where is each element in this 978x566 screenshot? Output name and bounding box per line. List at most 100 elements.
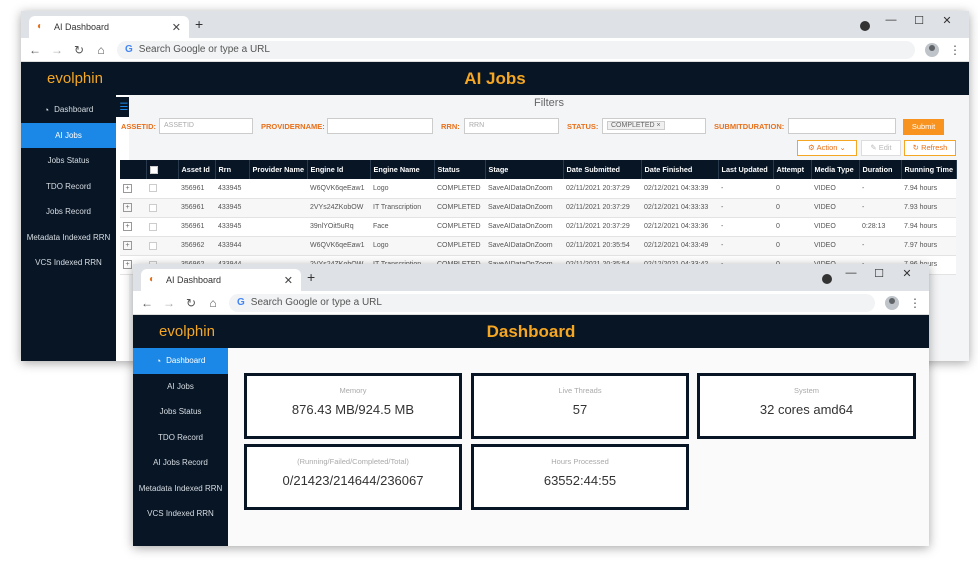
table-cell: COMPLETED bbox=[434, 179, 485, 199]
sidebar-item-tdo-record[interactable]: TDO Record bbox=[21, 174, 116, 200]
browser-menu-icon[interactable]: ⋮ bbox=[909, 296, 921, 310]
column-header[interactable]: Engine Id bbox=[307, 160, 371, 179]
back-arrow-icon[interactable]: ← bbox=[29, 43, 41, 57]
table-cell: Logo bbox=[370, 179, 434, 199]
sidebar-item-jobs-status[interactable]: Jobs Status bbox=[133, 399, 228, 425]
omnibox[interactable]: G Search Google or type a URL bbox=[117, 40, 915, 59]
status-select[interactable]: COMPLETED × bbox=[602, 118, 706, 134]
table-cell: - bbox=[718, 236, 773, 256]
table-cell: VIDEO bbox=[811, 198, 859, 218]
expand-row-icon[interactable]: + bbox=[123, 222, 132, 231]
evolphin-logo[interactable]: evolphin bbox=[21, 70, 129, 87]
sidebar-item-vcs-indexed-rrn[interactable]: VCS Indexed RRN bbox=[21, 250, 116, 276]
expand-row-icon[interactable]: + bbox=[123, 183, 132, 193]
browser-tab[interactable]: ◐ AI Dashboard ✕ bbox=[141, 269, 301, 291]
column-header[interactable]: Date Submitted bbox=[563, 160, 642, 179]
tab-close-icon[interactable]: ✕ bbox=[284, 274, 293, 287]
new-tab-button[interactable]: + bbox=[307, 269, 315, 285]
home-icon[interactable]: ⌂ bbox=[207, 296, 219, 310]
column-header[interactable]: Stage bbox=[485, 160, 564, 179]
forward-arrow-icon[interactable]: → bbox=[163, 296, 175, 310]
omnibox[interactable]: G Search Google or type a URL bbox=[229, 293, 875, 312]
refresh-button[interactable]: ↻ Refresh bbox=[904, 140, 956, 156]
column-header[interactable]: Engine Name bbox=[370, 160, 435, 179]
card-value: 63552:44:55 bbox=[543, 473, 617, 488]
submitduration-input[interactable] bbox=[788, 118, 896, 134]
column-header[interactable]: Status bbox=[434, 160, 486, 179]
row-checkbox[interactable] bbox=[149, 222, 157, 231]
column-header[interactable]: Attempt bbox=[773, 160, 812, 179]
table-cell: SaveAIDataOnZoom bbox=[485, 217, 563, 237]
chip-remove-icon[interactable]: × bbox=[657, 122, 661, 129]
action-button[interactable]: ⚙ Action ⌄ bbox=[797, 140, 857, 156]
table-row[interactable]: +356962 433944 W6QVK6qeEaw1 Logo COMPLETED Sa… bbox=[120, 236, 956, 256]
column-header[interactable]: Last Updated bbox=[718, 160, 774, 179]
minimize-icon[interactable]: — bbox=[877, 14, 905, 27]
table-cell: - bbox=[859, 179, 901, 199]
sidebar-item-tdo-record[interactable]: TDO Record bbox=[133, 425, 228, 451]
sidebar-item-ai-jobs[interactable]: AI Jobs bbox=[21, 122, 116, 148]
card-value: 876.43 MB/924.5 MB bbox=[291, 402, 415, 417]
tab-close-icon[interactable]: ✕ bbox=[172, 21, 181, 34]
table-cell: 02/11/2021 20:37:29 bbox=[563, 198, 641, 218]
column-header[interactable]: Date Finished bbox=[641, 160, 719, 179]
rrn-input[interactable]: RRN bbox=[464, 118, 559, 134]
column-header[interactable]: Provider Name bbox=[249, 160, 308, 179]
app-header: evolphin AI Jobs bbox=[21, 62, 969, 95]
sidebar-item-dashboard[interactable]: ◔ Dashboard bbox=[133, 348, 228, 374]
profile-menu-icon[interactable] bbox=[822, 274, 832, 284]
column-header[interactable]: Duration bbox=[859, 160, 902, 179]
sidebar-item-metadata-indexed-rrn[interactable]: Metadata Indexed RRN bbox=[133, 476, 228, 502]
table-cell: 356961 bbox=[178, 217, 215, 237]
expand-row-icon[interactable]: + bbox=[123, 203, 132, 212]
sidebar-item-jobs-status[interactable]: Jobs Status bbox=[21, 148, 116, 174]
row-checkbox[interactable] bbox=[149, 203, 157, 212]
row-checkbox[interactable] bbox=[149, 241, 157, 250]
filter-row: ASSETID: ASSETID PROVIDERNAME: RRN: RRN … bbox=[121, 118, 969, 134]
new-tab-button[interactable]: + bbox=[195, 16, 203, 32]
expand-row-icon[interactable]: + bbox=[123, 241, 132, 250]
tab-strip: ◐ AI Dashboard ✕ + — ☐ ✕ bbox=[133, 264, 929, 291]
account-avatar-icon[interactable] bbox=[885, 295, 899, 310]
submit-button[interactable]: Submit bbox=[903, 119, 944, 135]
live-threads-card: Live Threads 57 bbox=[471, 373, 689, 439]
assetid-input[interactable]: ASSETID bbox=[159, 118, 253, 134]
column-header[interactable]: Media Type bbox=[811, 160, 860, 179]
sidebar-item-ai-jobs-record[interactable]: AI Jobs Record bbox=[133, 450, 228, 476]
forward-arrow-icon[interactable]: → bbox=[51, 43, 63, 57]
back-arrow-icon[interactable]: ← bbox=[141, 296, 153, 310]
column-header[interactable]: Running Time bbox=[901, 160, 957, 179]
table-row[interactable]: +356961 433945 W6QVK6qeEaw1 Logo COMPLETED Sa… bbox=[120, 179, 956, 199]
table-row[interactable]: +356961 433945 2VYs24ZKobOW IT Transcriptio… bbox=[120, 198, 956, 218]
account-avatar-icon[interactable] bbox=[925, 42, 939, 57]
table-cell: - bbox=[859, 198, 901, 218]
table-cell: 7.94 hours bbox=[901, 217, 956, 237]
home-icon[interactable]: ⌂ bbox=[95, 43, 107, 57]
column-header[interactable]: Asset Id bbox=[178, 160, 216, 179]
window-controls: — ☐ ✕ bbox=[837, 267, 921, 280]
maximize-icon[interactable]: ☐ bbox=[865, 267, 893, 280]
close-window-icon[interactable]: ✕ bbox=[893, 267, 921, 280]
column-header[interactable]: Rrn bbox=[215, 160, 250, 179]
table-cell: SaveAIDataOnZoom bbox=[485, 179, 563, 199]
select-all-checkbox[interactable] bbox=[149, 166, 158, 175]
sidebar-item-metadata-indexed-rrn[interactable]: Metadata Indexed RRN bbox=[21, 225, 116, 251]
maximize-icon[interactable]: ☐ bbox=[905, 14, 933, 27]
sidebar-item-vcs-indexed-rrn[interactable]: VCS Indexed RRN bbox=[133, 501, 228, 527]
browser-menu-icon[interactable]: ⋮ bbox=[949, 43, 961, 57]
table-row[interactable]: +356961 433945 39nlYOit5uRq Face COMPLETED Sa… bbox=[120, 217, 956, 237]
browser-tab[interactable]: ◐ AI Dashboard ✕ bbox=[29, 16, 189, 38]
reload-icon[interactable]: ↻ bbox=[185, 296, 197, 310]
edit-button[interactable]: ✎ Edit bbox=[861, 140, 901, 156]
close-window-icon[interactable]: ✕ bbox=[933, 14, 961, 27]
sidebar-item-jobs-record[interactable]: Jobs Record bbox=[21, 199, 116, 225]
minimize-icon[interactable]: — bbox=[837, 267, 865, 280]
evolphin-logo[interactable]: evolphin bbox=[133, 323, 241, 340]
row-checkbox[interactable] bbox=[149, 184, 157, 193]
reload-icon[interactable]: ↻ bbox=[73, 43, 85, 57]
sidebar-item-ai-jobs[interactable]: AI Jobs bbox=[133, 374, 228, 400]
sidebar-item-dashboard[interactable]: ◔ Dashboard bbox=[21, 97, 116, 123]
providername-input[interactable] bbox=[327, 118, 433, 134]
profile-menu-icon[interactable] bbox=[860, 21, 870, 31]
expand-row-icon[interactable]: + bbox=[123, 260, 132, 269]
